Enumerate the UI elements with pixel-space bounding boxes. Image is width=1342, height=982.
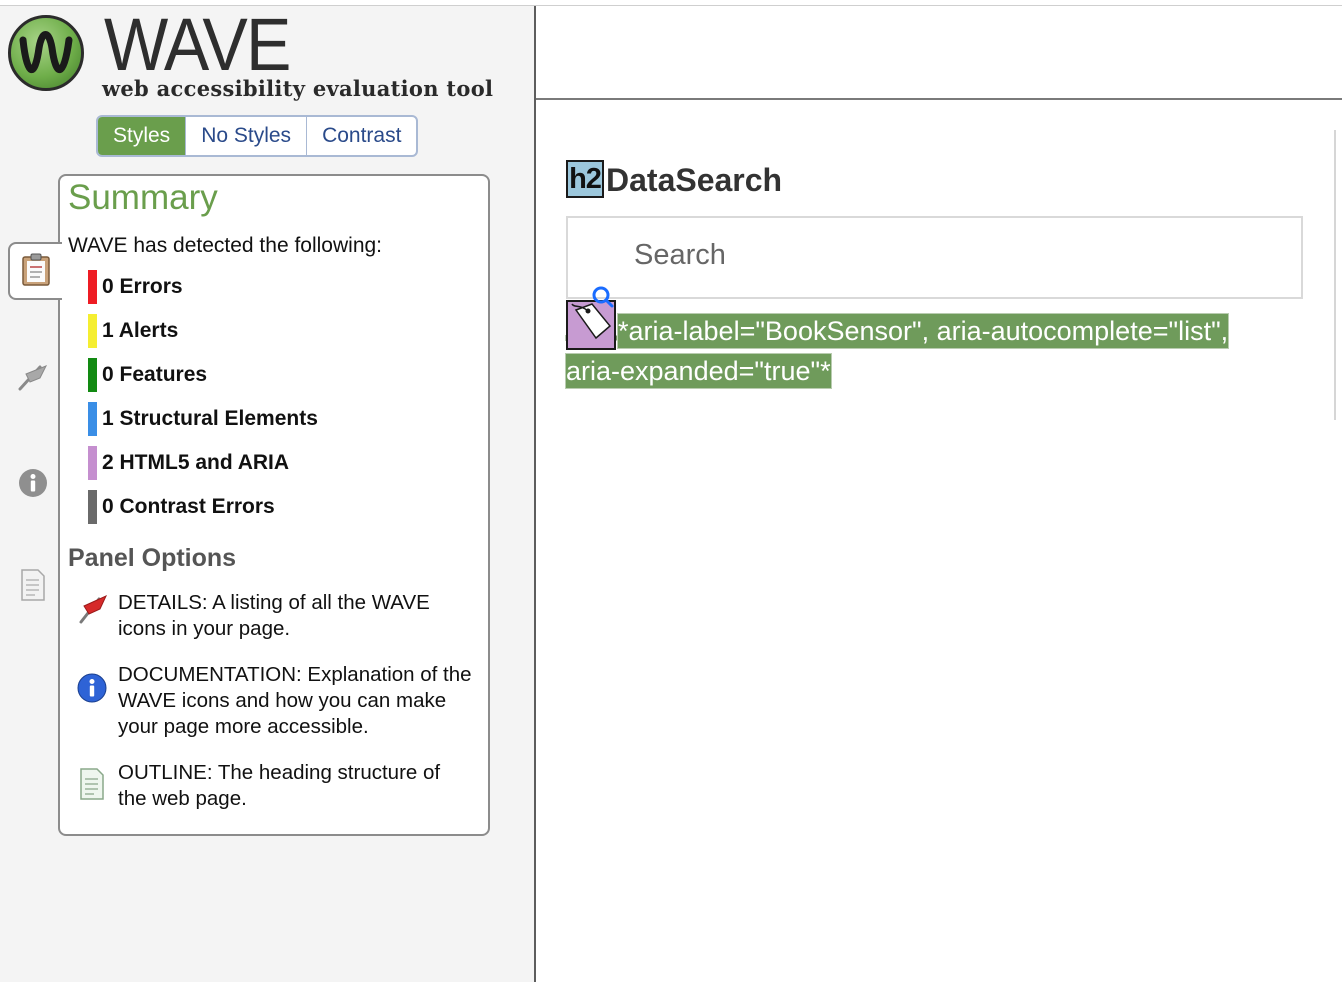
summary-item-label: 1 Structural Elements — [102, 407, 318, 430]
documentation-tab[interactable] — [8, 458, 58, 512]
option-details-text: DETAILS: A listing of all the WAVE icons… — [118, 591, 430, 640]
summary-item-label: 0 Contrast Errors — [102, 495, 275, 518]
summary-item-errors[interactable]: 0 Errors — [88, 270, 183, 304]
panel-options-heading: Panel Options — [68, 544, 237, 572]
features-color-bar — [88, 358, 97, 392]
structural-color-bar — [88, 402, 97, 436]
wave-logo-subtitle: web accessibility evaluation tool — [102, 76, 494, 101]
wave-logo-icon — [8, 15, 84, 91]
summary-item-contrast[interactable]: 0 Contrast Errors — [88, 490, 275, 524]
aria-color-bar — [88, 446, 97, 480]
details-tab[interactable] — [8, 352, 58, 406]
style-toggle-group: Styles No Styles Contrast — [96, 115, 419, 157]
page-heading: DataSearch — [606, 162, 783, 198]
wave-sidebar: WAVE web accessibility evaluation tool S… — [0, 6, 536, 982]
no-styles-button[interactable]: No Styles — [186, 117, 308, 155]
outline-document-icon — [20, 568, 46, 607]
detected-intro-text: WAVE has detected the following: — [68, 234, 383, 257]
outline-tab[interactable] — [8, 560, 58, 614]
search-box — [566, 216, 1303, 299]
option-outline-text: OUTLINE: The heading structure of the we… — [118, 761, 441, 810]
preview-scrollbar[interactable] — [1334, 130, 1336, 420]
aria-tag-icon[interactable] — [566, 286, 616, 350]
h2-heading-badge[interactable]: h2 — [566, 160, 604, 198]
summary-item-label: 2 HTML5 and ARIA — [102, 451, 290, 474]
preview-top-bar — [536, 6, 1342, 100]
styles-button[interactable]: Styles — [98, 117, 187, 155]
contrast-button[interactable]: Contrast — [307, 117, 416, 155]
aria-line-1: *aria-label="BookSensor", aria-autocompl… — [618, 314, 1229, 348]
search-input[interactable] — [632, 238, 1236, 273]
contrast-color-bar — [88, 490, 97, 524]
summary-item-features[interactable]: 0 Features — [88, 358, 207, 392]
summary-item-html5-aria[interactable]: 2 HTML5 and ARIA — [88, 446, 289, 480]
flag-icon — [16, 362, 50, 397]
summary-item-label: 0 Errors — [102, 275, 183, 298]
wave-logo-title: WAVE — [104, 3, 291, 86]
summary-tab[interactable] — [8, 242, 62, 300]
flag-icon — [74, 590, 110, 626]
clipboard-icon — [21, 252, 51, 291]
outline-document-icon — [74, 766, 110, 802]
errors-color-bar — [88, 270, 97, 304]
aria-attributes-label: *aria-label="BookSensor", aria-autocompl… — [566, 311, 1286, 391]
summary-item-alerts[interactable]: 1 Alerts — [88, 314, 178, 348]
info-icon — [74, 670, 110, 706]
summary-panel: Summary WAVE has detected the following:… — [58, 174, 490, 836]
option-documentation-text: DOCUMENTATION: Explanation of the WAVE i… — [118, 663, 472, 738]
summary-item-label: 1 Alerts — [102, 319, 179, 342]
info-icon — [18, 468, 48, 503]
aria-line-2: aria-expanded="true"* — [566, 354, 831, 388]
summary-item-structural[interactable]: 1 Structural Elements — [88, 402, 318, 436]
summary-item-label: 0 Features — [102, 363, 208, 386]
alerts-color-bar — [88, 314, 97, 348]
summary-heading: Summary — [68, 178, 218, 217]
